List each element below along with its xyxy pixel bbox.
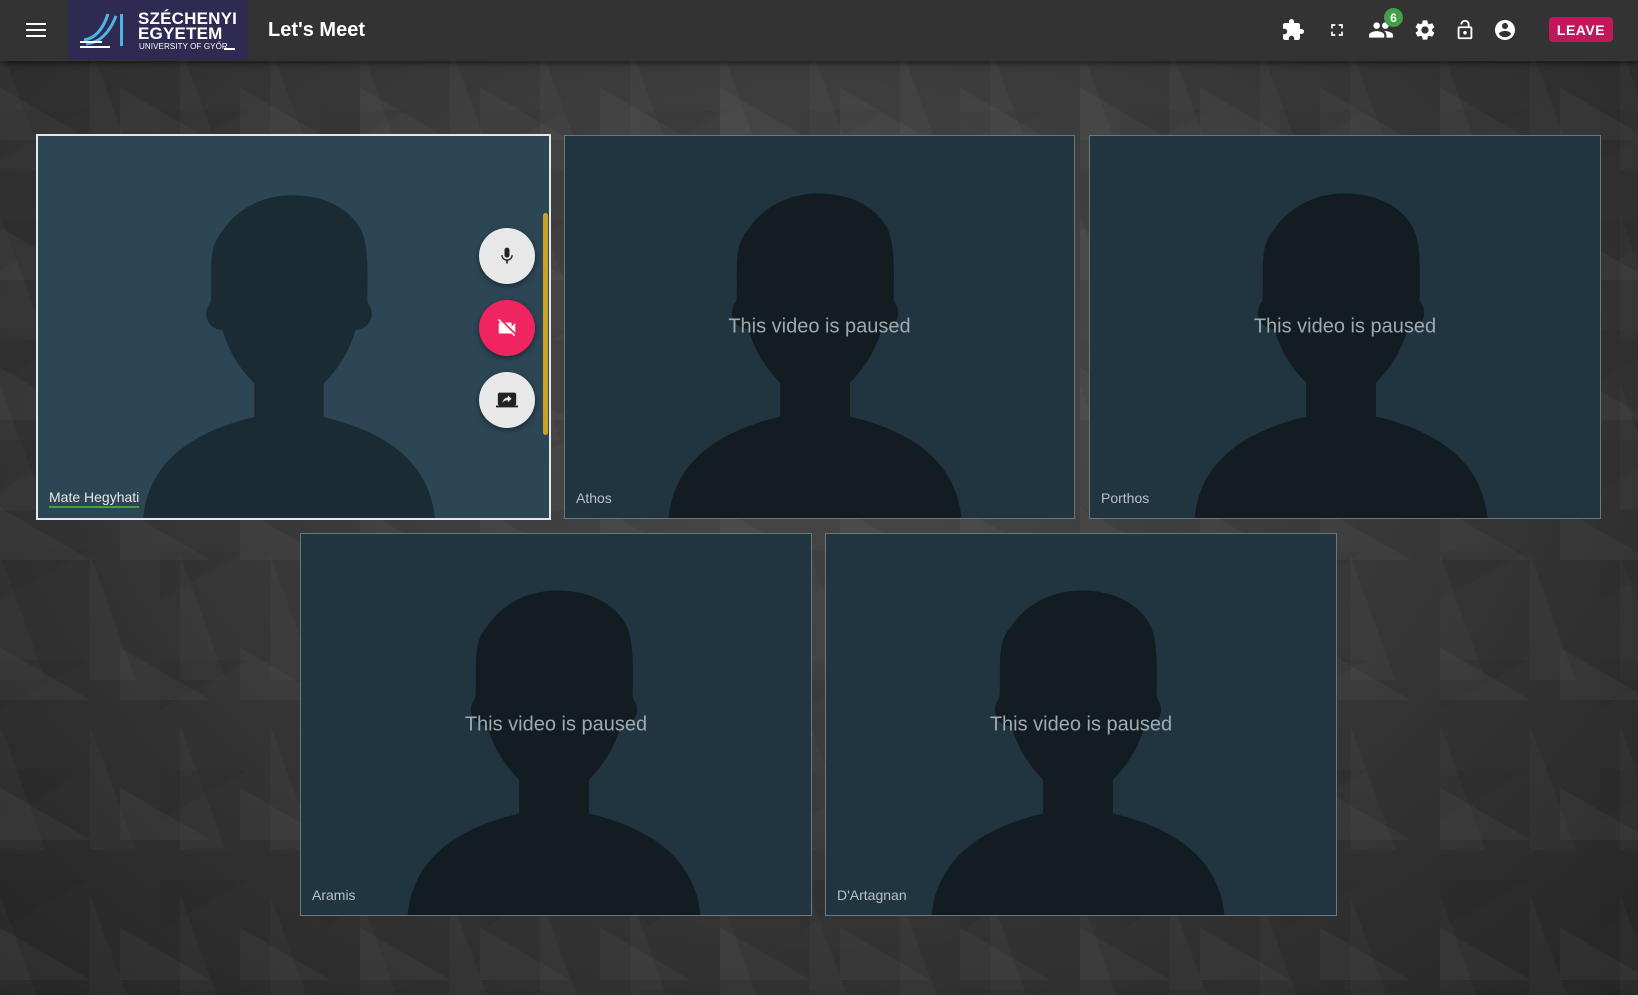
lock-open-icon[interactable]	[1452, 17, 1478, 43]
paused-message: This video is paused	[989, 713, 1173, 735]
participant-name-label: Athos	[576, 490, 612, 506]
self-name-label: Mate Hegyhati	[49, 489, 140, 508]
page-title: Let's Meet	[268, 19, 366, 41]
logo-line-3: UNIVERSITY OF GYŐR	[139, 42, 228, 51]
paused-message: This video is paused	[1253, 315, 1437, 338]
participant-tile-athos[interactable]: This video is paused Athos	[564, 135, 1075, 519]
account-icon[interactable]	[1492, 17, 1518, 43]
university-logo[interactable]: SZÉCHENYI EGYETEM UNIVERSITY OF GYŐR	[68, 0, 248, 60]
fullscreen-icon[interactable]	[1324, 17, 1350, 43]
puzzle-icon[interactable]	[1280, 17, 1306, 43]
participant-count-badge: 6	[1384, 8, 1403, 27]
logo-dash	[224, 48, 235, 50]
participant-tile-dartagnan[interactable]: This video is paused D'Artagnan	[825, 533, 1337, 916]
screen-share-icon[interactable]	[479, 372, 535, 428]
gear-icon[interactable]	[1412, 17, 1438, 43]
self-video-tile[interactable]: Mate Hegyhati	[36, 134, 551, 520]
microphone-icon[interactable]	[479, 228, 535, 284]
participant-tile-porthos[interactable]: This video is paused Porthos	[1089, 135, 1601, 519]
hamburger-menu-icon[interactable]	[20, 18, 52, 42]
video-off-icon[interactable]	[479, 300, 535, 356]
participant-name-label: Aramis	[312, 887, 356, 903]
participant-name-label: D'Artagnan	[837, 887, 907, 903]
logo-line-2: EGYETEM	[138, 24, 223, 43]
avatar-silhouette	[143, 195, 435, 518]
self-controls-bar	[543, 213, 548, 435]
leave-button[interactable]: LEAVE	[1549, 17, 1613, 42]
logo-mark-icon	[80, 13, 123, 48]
paused-message: This video is paused	[464, 713, 648, 735]
participant-name-label: Porthos	[1101, 490, 1150, 506]
top-bar: SZÉCHENYI EGYETEM UNIVERSITY OF GYŐR Let…	[0, 0, 1638, 61]
participant-tile-aramis[interactable]: This video is paused Aramis	[300, 533, 812, 916]
paused-message: This video is paused	[728, 315, 911, 338]
